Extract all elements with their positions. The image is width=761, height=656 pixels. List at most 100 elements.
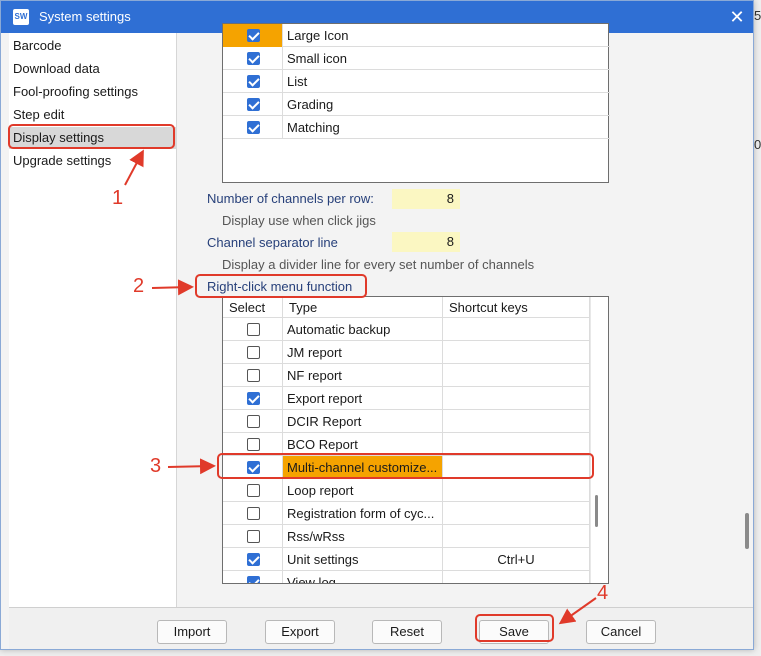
- background-edge-text: 5: [754, 8, 761, 23]
- shortcut-key-cell[interactable]: [443, 525, 590, 548]
- menu-function-type: Unit settings: [283, 548, 443, 571]
- shortcut-key-cell[interactable]: [443, 364, 590, 387]
- grid-header: Select Type Shortcut keys: [223, 297, 590, 318]
- channel-separator-label: Channel separator line: [207, 235, 338, 250]
- shortcut-key-cell[interactable]: [443, 410, 590, 433]
- sidebar-item-upgrade-settings[interactable]: Upgrade settings: [9, 150, 177, 172]
- view-mode-label: Grading: [287, 97, 334, 112]
- export-button[interactable]: Export: [265, 620, 335, 644]
- menu-function-row[interactable]: Unit settings Ctrl+U: [223, 548, 590, 571]
- menu-function-type: Loop report: [283, 479, 443, 502]
- menu-function-row[interactable]: Rss/wRss: [223, 525, 590, 548]
- menu-function-type: NF report: [283, 364, 443, 387]
- row-checkbox[interactable]: [247, 323, 260, 336]
- annotation-box-save-button: [475, 614, 554, 642]
- menu-function-type: Rss/wRss: [283, 525, 443, 548]
- settings-sidebar: Barcode Download data Fool-proofing sett…: [9, 33, 177, 607]
- row-checkbox[interactable]: [247, 507, 260, 520]
- channels-per-row-label: Number of channels per row:: [207, 191, 374, 206]
- grid-scrollbar[interactable]: [590, 297, 602, 583]
- sidebar-item-step-edit[interactable]: Step edit: [9, 104, 177, 126]
- row-checkbox[interactable]: [247, 29, 260, 42]
- select-cell: [223, 571, 283, 583]
- select-cell: [223, 47, 283, 70]
- menu-function-type: Export report: [283, 387, 443, 410]
- row-checkbox[interactable]: [247, 121, 260, 134]
- close-button[interactable]: ✕: [723, 3, 751, 31]
- view-mode-row[interactable]: Matching: [223, 116, 610, 139]
- select-cell: [223, 502, 283, 525]
- row-checkbox[interactable]: [247, 530, 260, 543]
- view-mode-label: Large Icon: [287, 28, 349, 43]
- annotation-box-display-settings: [8, 124, 175, 149]
- row-checkbox[interactable]: [247, 415, 260, 428]
- menu-function-row[interactable]: Automatic backup: [223, 318, 590, 341]
- row-checkbox[interactable]: [247, 75, 260, 88]
- header-type[interactable]: Type: [283, 297, 443, 318]
- select-cell: [223, 24, 283, 47]
- sidebar-item-fool-proofing[interactable]: Fool-proofing settings: [9, 81, 177, 103]
- view-mode-row[interactable]: Grading: [223, 93, 610, 116]
- view-mode-grid: Large Icon Small icon List Grading Matching: [222, 23, 610, 183]
- row-checkbox[interactable]: [247, 369, 260, 382]
- row-checkbox[interactable]: [247, 484, 260, 497]
- view-mode-row[interactable]: List: [223, 70, 610, 93]
- select-cell: [223, 525, 283, 548]
- import-button[interactable]: Import: [157, 620, 227, 644]
- shortcut-key-cell[interactable]: [443, 387, 590, 410]
- panel-scrollbar-thumb[interactable]: [745, 513, 749, 549]
- menu-function-type: View log: [283, 571, 443, 583]
- background-edge-text: 0: [754, 137, 761, 152]
- header-shortcut-keys[interactable]: Shortcut keys: [443, 297, 590, 318]
- menu-function-row[interactable]: Export report: [223, 387, 590, 410]
- menu-function-row[interactable]: NF report: [223, 364, 590, 387]
- row-checkbox[interactable]: [247, 576, 260, 583]
- menu-function-row[interactable]: View log: [223, 571, 590, 583]
- menu-function-row[interactable]: DCIR Report: [223, 410, 590, 433]
- dialog-footer: Import Export Reset Save Cancel: [9, 607, 753, 649]
- menu-function-row[interactable]: Registration form of cyc...: [223, 502, 590, 525]
- menu-function-row[interactable]: JM report: [223, 341, 590, 364]
- shortcut-key-cell[interactable]: [443, 571, 590, 583]
- menu-function-type: Registration form of cyc...: [283, 502, 443, 525]
- cancel-button[interactable]: Cancel: [586, 620, 656, 644]
- channels-per-row-hint: Display use when click jigs: [222, 213, 376, 228]
- channel-separator-hint: Display a divider line for every set num…: [222, 257, 535, 272]
- row-checkbox[interactable]: [247, 52, 260, 65]
- right-click-menu-grid: Select Type Shortcut keys Automatic back…: [222, 296, 609, 584]
- menu-function-row[interactable]: Loop report: [223, 479, 590, 502]
- annotation-number-1: 1: [112, 187, 124, 209]
- reset-button[interactable]: Reset: [372, 620, 442, 644]
- select-cell: [223, 548, 283, 571]
- select-cell: [223, 93, 283, 116]
- annotation-box-multi-channel-row: [217, 453, 594, 479]
- display-settings-panel: Large Icon Small icon List Grading Matching …: [177, 23, 745, 607]
- row-checkbox[interactable]: [247, 98, 260, 111]
- select-cell: [223, 341, 283, 364]
- header-select[interactable]: Select: [223, 297, 283, 318]
- select-cell: [223, 410, 283, 433]
- row-checkbox[interactable]: [247, 392, 260, 405]
- view-mode-label: List: [287, 74, 308, 89]
- annotation-number-2: 2: [133, 275, 145, 297]
- sidebar-item-barcode[interactable]: Barcode: [9, 35, 177, 57]
- sidebar-item-download-data[interactable]: Download data: [9, 58, 177, 80]
- annotation-number-3: 3: [150, 455, 162, 477]
- view-mode-row[interactable]: Small icon: [223, 47, 610, 70]
- select-cell: [223, 387, 283, 410]
- shortcut-key-cell[interactable]: Ctrl+U: [443, 548, 590, 571]
- menu-function-type: DCIR Report: [283, 410, 443, 433]
- shortcut-key-cell[interactable]: [443, 318, 590, 341]
- row-checkbox[interactable]: [247, 346, 260, 359]
- grid-scrollbar-thumb[interactable]: [595, 495, 598, 527]
- row-checkbox[interactable]: [247, 553, 260, 566]
- channel-separator-input[interactable]: 8: [392, 232, 460, 252]
- shortcut-key-cell[interactable]: [443, 341, 590, 364]
- shortcut-key-cell[interactable]: [443, 502, 590, 525]
- shortcut-key-cell[interactable]: [443, 479, 590, 502]
- view-mode-row[interactable]: Large Icon: [223, 24, 610, 47]
- row-checkbox[interactable]: [247, 438, 260, 451]
- channels-per-row-input[interactable]: 8: [392, 189, 460, 209]
- annotation-box-right-click-title: [195, 274, 367, 298]
- select-cell: [223, 70, 283, 93]
